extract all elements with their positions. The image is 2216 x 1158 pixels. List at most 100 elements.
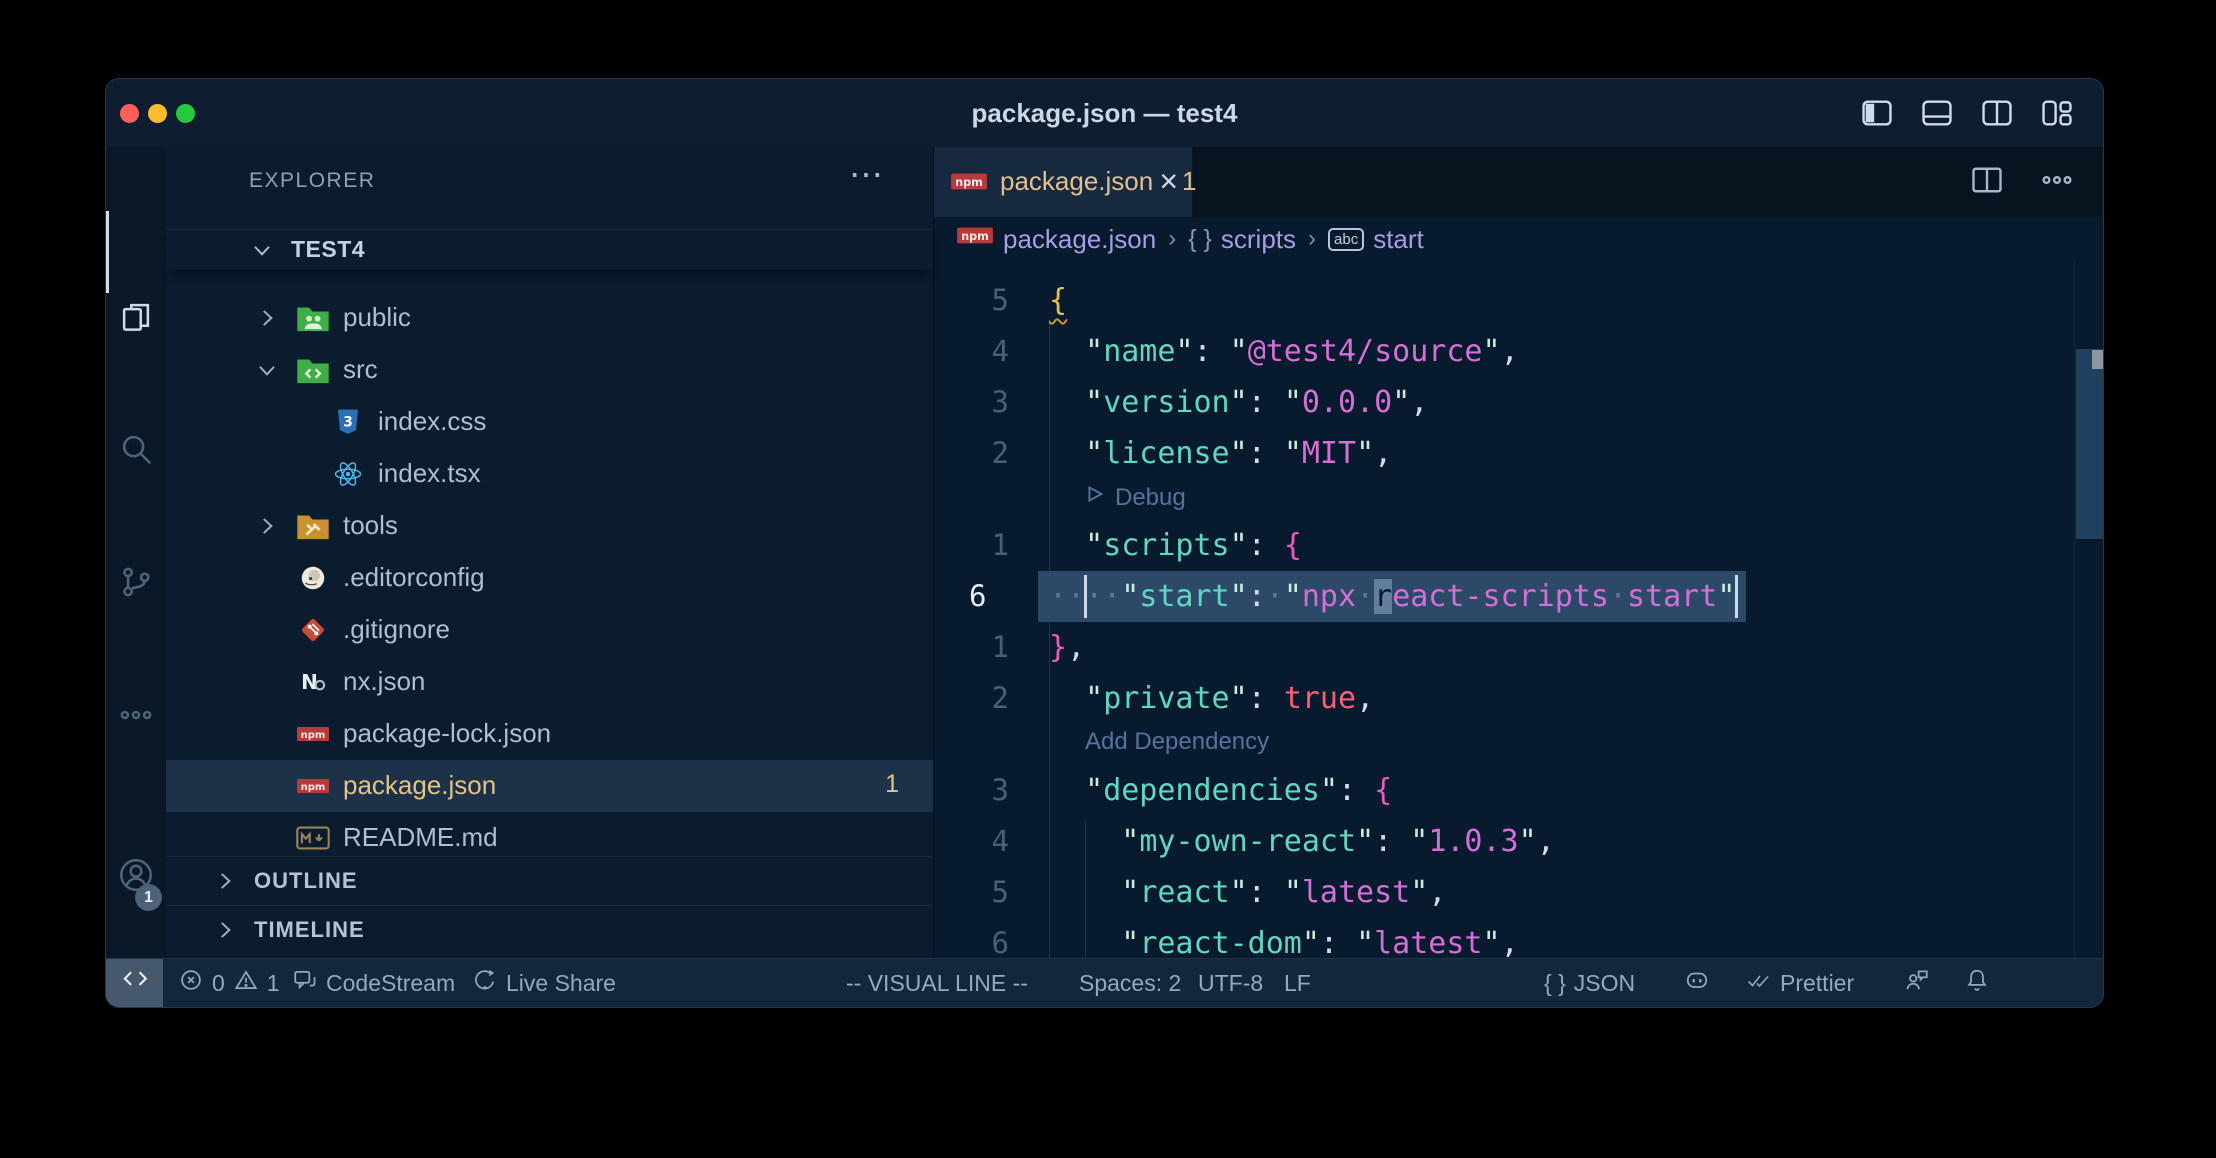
vscode-window: package.json — test4 1 1 EX [105, 78, 2104, 1008]
tree-item-package-json[interactable]: npmpackage.json1 [166, 760, 933, 812]
line-number: 1 [934, 528, 1009, 562]
code-token: " [1085, 385, 1103, 420]
editor-more-actions-icon[interactable] [2039, 162, 2075, 203]
code-token: @test4/source [1248, 334, 1483, 369]
code-line[interactable]: 2 "private": true, [934, 673, 2104, 724]
tree-item-index-tsx[interactable]: index.tsx [166, 448, 933, 500]
status-encoding[interactable]: UTF-8 [1198, 959, 1263, 1007]
codelens-row: Debug [934, 479, 2104, 520]
tree-item-label: package.json [343, 770, 496, 801]
breadcrumb-item-package-json[interactable]: npm package.json [956, 223, 1156, 255]
tree-item-public[interactable]: public [166, 292, 933, 344]
tree-item-index-css[interactable]: 3index.css [166, 396, 933, 448]
status-eol[interactable]: LF [1284, 959, 1311, 1007]
line-content: "license": "MIT", [1049, 436, 1392, 471]
timeline-section-header[interactable]: TIMELINE [166, 905, 933, 955]
tree-item-label: nx.json [343, 666, 425, 697]
accounts-badge: 1 [135, 884, 162, 911]
status-notifications[interactable] [1964, 959, 1990, 1007]
activity-item-search[interactable] [106, 411, 166, 491]
tree-item-label: src [343, 354, 378, 385]
tree-item-readme-md[interactable]: README.md [166, 812, 933, 856]
code-line[interactable]: 6····"start":·"npx·react-scripts·start" [934, 571, 2104, 622]
codelens-label: Add Dependency [1085, 728, 1269, 756]
npm-icon: npm [296, 719, 330, 749]
search-icon [117, 430, 155, 473]
code-token [1049, 926, 1121, 959]
code-token: version [1103, 385, 1229, 420]
status-language-mode[interactable]: { }JSON [1544, 959, 1635, 1007]
tree-item--gitignore[interactable]: .gitignore [166, 604, 933, 656]
tree-root-test4[interactable]: TEST4 [166, 229, 933, 270]
tree-item-nx-json[interactable]: Nnx.json [166, 656, 933, 708]
tree-item--editorconfig[interactable]: .editorconfig [166, 552, 933, 604]
explorer-more-actions-icon[interactable]: ⋯ [849, 155, 885, 195]
line-content: "react-dom": "latest", [1049, 926, 1519, 959]
status-prettier[interactable]: Prettier [1746, 959, 1854, 1007]
line-number: 5 [934, 875, 1009, 909]
tab-bar: npm package.json 1 × [934, 147, 2104, 217]
code-line[interactable]: 6 "react-dom": "latest", [934, 918, 2104, 959]
code-line[interactable]: 4 "name": "@test4/source", [934, 326, 2104, 377]
customize-layout-icon[interactable] [2039, 96, 2075, 130]
remote-indicator[interactable] [106, 959, 163, 1007]
code-area[interactable]: 5{4 "name": "@test4/source",3 "version":… [934, 261, 2104, 959]
breadcrumb-separator: › [1166, 225, 1178, 253]
status-copilot[interactable] [1684, 959, 1710, 1007]
folder-public-icon [296, 303, 330, 333]
outline-section-header[interactable]: OUTLINE [166, 856, 933, 906]
code-line[interactable]: 5 "react": "latest", [934, 867, 2104, 918]
breadcrumb-label: package.json [1003, 224, 1156, 255]
code-line[interactable]: 5{ [934, 275, 2104, 326]
status-problems[interactable]: 01 [178, 959, 280, 1007]
code-token: " [1085, 334, 1103, 369]
breadcrumb-item-start[interactable]: abcstart [1328, 224, 1424, 255]
toggle-panel-icon[interactable] [1919, 96, 1955, 130]
tab-package-json[interactable]: npm package.json 1 × [934, 147, 1193, 217]
activity-item-explorer[interactable] [106, 279, 166, 359]
markdown-icon [296, 823, 330, 853]
code-token: " [1320, 773, 1338, 808]
status-codestream[interactable]: CodeStream [292, 959, 455, 1007]
code-token: " [1284, 579, 1302, 614]
status-label: Spaces: 2 [1079, 970, 1181, 997]
code-line[interactable]: 1}, [934, 622, 2104, 673]
code-token: , [1428, 875, 1446, 910]
code-token: true [1284, 681, 1356, 716]
toggle-secondary-sidebar-icon[interactable] [1979, 96, 2015, 130]
code-line[interactable]: 3 "dependencies": { [934, 765, 2104, 816]
status-live-share[interactable]: Live Share [472, 959, 616, 1007]
tree-item-tools[interactable]: tools [166, 500, 933, 552]
activity-item-source-control[interactable] [106, 544, 166, 624]
toggle-primary-sidebar-icon[interactable] [1859, 96, 1895, 130]
close-tab-icon[interactable]: × [1159, 163, 1178, 200]
codelens-link[interactable]: Debug [1085, 483, 1186, 512]
tree-item-label: index.css [378, 406, 486, 437]
code-token: " [1175, 334, 1193, 369]
accounts-button[interactable]: 1 [106, 837, 166, 917]
code-line[interactable]: 3 "version": "0.0.0", [934, 377, 2104, 428]
play-icon [1085, 483, 1107, 512]
svg-text:npm: npm [961, 230, 989, 243]
code-line[interactable]: 4 "my-own-react": "1.0.3", [934, 816, 2104, 867]
abc-icon: abc [1328, 228, 1364, 251]
code-line[interactable]: 2 "license": "MIT", [934, 428, 2104, 479]
tree-item-src[interactable]: src [166, 344, 933, 396]
code-line[interactable]: 1 "scripts": { [934, 520, 2104, 571]
tree-item-package-lock-json[interactable]: npmpackage-lock.json [166, 708, 933, 760]
tree-item-label: tools [343, 510, 398, 541]
code-token: react [1139, 875, 1229, 910]
comment-icon [292, 967, 318, 999]
status-indentation[interactable]: Spaces: 2 [1079, 959, 1181, 1007]
code-token: " [1284, 385, 1302, 420]
code-token: start [1139, 579, 1229, 614]
selection-end-bar [1735, 575, 1738, 618]
codelens-link[interactable]: Add Dependency [1085, 728, 1269, 756]
status-vim-mode[interactable]: -- VISUAL LINE -- [846, 959, 1028, 1007]
line-content: }, [1049, 630, 1085, 665]
status-feedback[interactable] [1904, 959, 1930, 1007]
activity-item-more-views[interactable] [106, 677, 166, 757]
problems-badge: 1 [885, 770, 899, 799]
split-editor-icon[interactable] [1969, 162, 2005, 203]
breadcrumb-item-scripts[interactable]: { }scripts [1188, 224, 1296, 255]
